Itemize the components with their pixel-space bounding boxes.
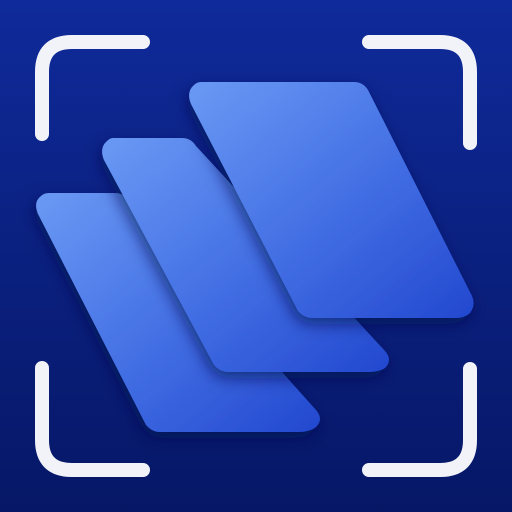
app-icon-graphic <box>0 0 512 512</box>
app-icon <box>0 0 512 512</box>
